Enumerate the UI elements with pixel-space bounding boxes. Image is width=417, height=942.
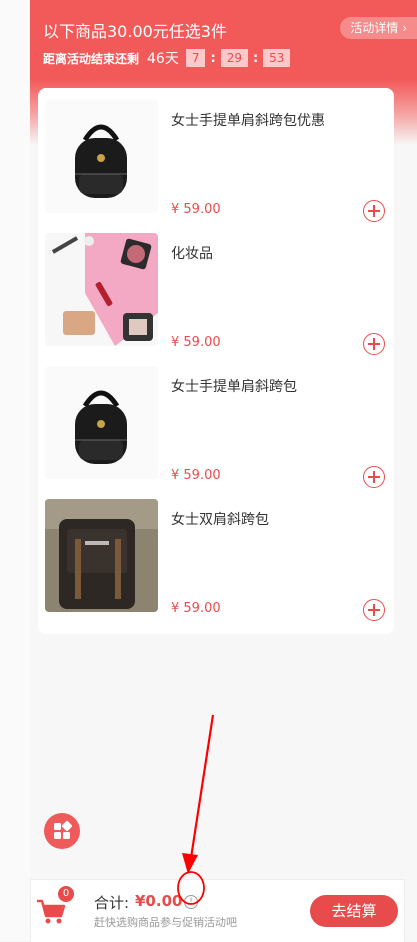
left-gutter: [0, 0, 30, 941]
product-price: ¥ 59.00: [171, 601, 221, 616]
countdown: 距离活动结束还剩 46天 7 : 29 : 53: [43, 48, 291, 68]
product-image-cosmetics[interactable]: [45, 233, 158, 346]
total-label: 合计:: [94, 894, 130, 912]
product-image-black-backpack[interactable]: [45, 366, 158, 479]
countdown-hours: 7: [185, 49, 206, 67]
product-item[interactable]: 化妆品 ¥ 59.00: [45, 233, 390, 355]
product-price: ¥ 59.00: [171, 468, 221, 483]
countdown-label: 距离活动结束还剩: [43, 51, 140, 66]
cart-icon[interactable]: [35, 898, 67, 926]
countdown-days: 46天: [147, 51, 179, 67]
add-to-cart-icon[interactable]: [363, 200, 385, 222]
product-image-brown-backpack[interactable]: [45, 499, 158, 612]
bottom-bar: 0 合计: ¥0.00 ! 赶快选购商品参与促销活动吧 去结算: [30, 879, 405, 942]
promo-hint: 赶快选购商品参与促销活动吧: [94, 916, 237, 929]
product-item[interactable]: 女士双肩斜跨包 ¥ 59.00: [45, 499, 390, 621]
category-menu-button[interactable]: [44, 813, 80, 849]
countdown-minutes: 29: [220, 49, 248, 67]
countdown-separator: :: [252, 50, 259, 66]
promo-title: 以下商品30.00元任选3件: [43, 22, 227, 41]
product-price: ¥ 59.00: [171, 335, 221, 350]
add-to-cart-icon[interactable]: [363, 599, 385, 621]
product-name: 女士双肩斜跨包: [171, 512, 269, 528]
grid-icon: [54, 820, 73, 839]
activity-detail-button[interactable]: 活动详情 ›: [340, 17, 417, 39]
product-name: 女士手提单肩斜跨包: [171, 379, 297, 395]
product-item[interactable]: 女士手提单肩斜跨包 ¥ 59.00: [45, 366, 390, 488]
product-image-black-backpack[interactable]: [45, 100, 158, 213]
product-item[interactable]: 女士手提单肩斜跨包优惠 ¥ 59.00: [45, 100, 390, 222]
product-name: 女士手提单肩斜跨包优惠: [171, 113, 325, 129]
product-price: ¥ 59.00: [171, 202, 221, 217]
cart-count-badge: 0: [58, 886, 74, 902]
product-list: 女士手提单肩斜跨包优惠 ¥ 59.00 化妆品 ¥ 59.00 女士手提单肩斜跨…: [38, 88, 394, 634]
checkout-button[interactable]: 去结算: [310, 895, 398, 927]
total-value: ¥0.00: [135, 892, 183, 910]
add-to-cart-icon[interactable]: [363, 466, 385, 488]
add-to-cart-icon[interactable]: [363, 333, 385, 355]
info-icon[interactable]: !: [184, 895, 198, 909]
countdown-separator: :: [210, 50, 216, 66]
countdown-seconds: 53: [263, 49, 291, 67]
product-name: 化妆品: [171, 246, 213, 262]
